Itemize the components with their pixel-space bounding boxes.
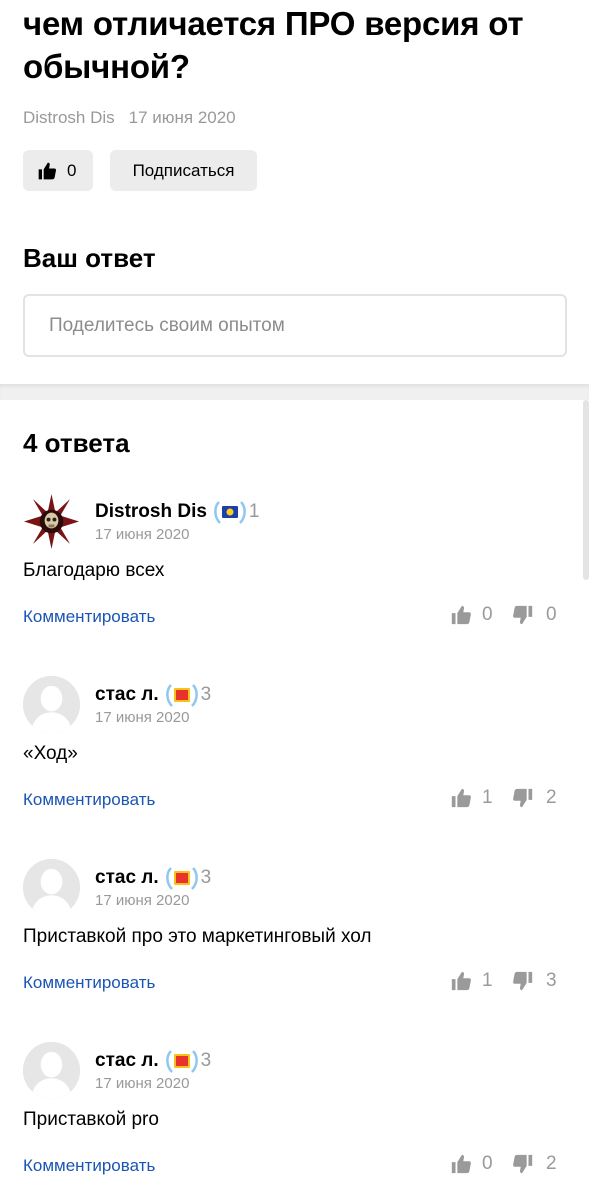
your-answer-heading: Ваш ответ — [23, 243, 156, 273]
comment-link[interactable]: Комментировать — [23, 973, 155, 993]
downvote-count: 2 — [546, 1153, 557, 1174]
default-user-icon — [23, 859, 80, 916]
answer-text: Благодарю всех — [23, 560, 165, 581]
default-user-icon — [23, 676, 80, 733]
answer-item: Distrosh Dis 1 17 июня 2020 Благодарю вс… — [0, 493, 589, 663]
question-section: чем отличается ПРО версия от обычной? Di… — [0, 0, 589, 384]
section-divider — [0, 384, 589, 400]
upvote-count: 0 — [482, 604, 493, 625]
downvote-count: 0 — [546, 604, 557, 625]
answer-author-name[interactable]: стас л. — [95, 867, 159, 889]
vote-controls: 0 2 — [450, 1150, 570, 1178]
vote-controls: 1 2 — [450, 784, 570, 812]
question-like-count: 0 — [67, 160, 77, 180]
comment-link[interactable]: Комментировать — [23, 607, 155, 627]
answer-author[interactable]: Distrosh Dis 1 — [95, 498, 260, 526]
upvote-count: 1 — [482, 970, 493, 991]
expert-badge-icon — [165, 864, 199, 892]
comment-link[interactable]: Комментировать — [23, 1156, 155, 1176]
answer-item: стас л. 3 17 июня 2020 Приставкой pro Ко… — [0, 1042, 589, 1195]
expert-badge-icon — [165, 1047, 199, 1075]
avatar[interactable] — [23, 676, 80, 733]
question-title: чем отличается ПРО версия от обычной? — [23, 5, 524, 85]
expert-badge-icon — [165, 681, 199, 709]
thumbs-up-icon[interactable] — [450, 604, 472, 626]
thumbs-down-icon[interactable] — [512, 787, 534, 809]
answer-author[interactable]: стас л. 3 — [95, 681, 211, 709]
thumbs-up-icon[interactable] — [450, 970, 472, 992]
answer-author[interactable]: стас л. 3 — [95, 864, 211, 892]
answer-author-name[interactable]: стас л. — [95, 684, 159, 706]
skull-star-avatar-icon — [23, 493, 80, 550]
answer-author[interactable]: стас л. 3 — [95, 1047, 211, 1075]
user-level: 1 — [248, 501, 260, 522]
user-level: 3 — [200, 684, 212, 705]
thumbs-up-icon — [38, 162, 57, 179]
avatar[interactable] — [23, 493, 80, 550]
question-meta: Distrosh Dis 17 июня 2020 — [23, 108, 236, 128]
answer-input[interactable]: Поделитесь своим опытом — [23, 294, 567, 357]
avatar[interactable] — [23, 1042, 80, 1099]
thumbs-down-icon[interactable] — [512, 604, 534, 626]
answer-date: 17 июня 2020 — [95, 709, 190, 726]
downvote-count: 2 — [546, 787, 557, 808]
answer-date: 17 июня 2020 — [95, 892, 190, 909]
answer-date: 17 июня 2020 — [95, 526, 190, 543]
default-user-icon — [23, 1042, 80, 1099]
thumbs-down-icon[interactable] — [512, 970, 534, 992]
answers-count-heading: 4 ответа — [23, 428, 130, 458]
user-level: 3 — [200, 867, 212, 888]
answer-author-name[interactable]: Distrosh Dis — [95, 501, 207, 523]
vote-controls: 1 3 — [450, 967, 570, 995]
answer-text: Приставкой pro — [23, 1109, 159, 1130]
answer-date: 17 июня 2020 — [95, 1075, 190, 1092]
answer-item: стас л. 3 17 июня 2020 Приставкой про эт… — [0, 859, 589, 1029]
expert-badge-icon — [213, 498, 247, 526]
thumbs-up-icon[interactable] — [450, 1153, 472, 1175]
upvote-count: 1 — [482, 787, 493, 808]
answer-text: «Ход» — [23, 743, 78, 764]
vote-controls: 0 0 — [450, 601, 570, 629]
answer-text: Приставкой про это маркетинговый хол — [23, 926, 372, 947]
thumbs-down-icon[interactable] — [512, 1153, 534, 1175]
downvote-count: 3 — [546, 970, 557, 991]
answer-item: стас л. 3 17 июня 2020 «Ход» Комментиров… — [0, 676, 589, 846]
question-like-button[interactable]: 0 — [23, 150, 93, 191]
answer-author-name[interactable]: стас л. — [95, 1050, 159, 1072]
comment-link[interactable]: Комментировать — [23, 790, 155, 810]
upvote-count: 0 — [482, 1153, 493, 1174]
question-author[interactable]: Distrosh Dis — [23, 108, 115, 127]
subscribe-button[interactable]: Подписаться — [110, 150, 257, 191]
user-level: 3 — [200, 1050, 212, 1071]
question-date: 17 июня 2020 — [128, 108, 236, 127]
thumbs-up-icon[interactable] — [450, 787, 472, 809]
avatar[interactable] — [23, 859, 80, 916]
